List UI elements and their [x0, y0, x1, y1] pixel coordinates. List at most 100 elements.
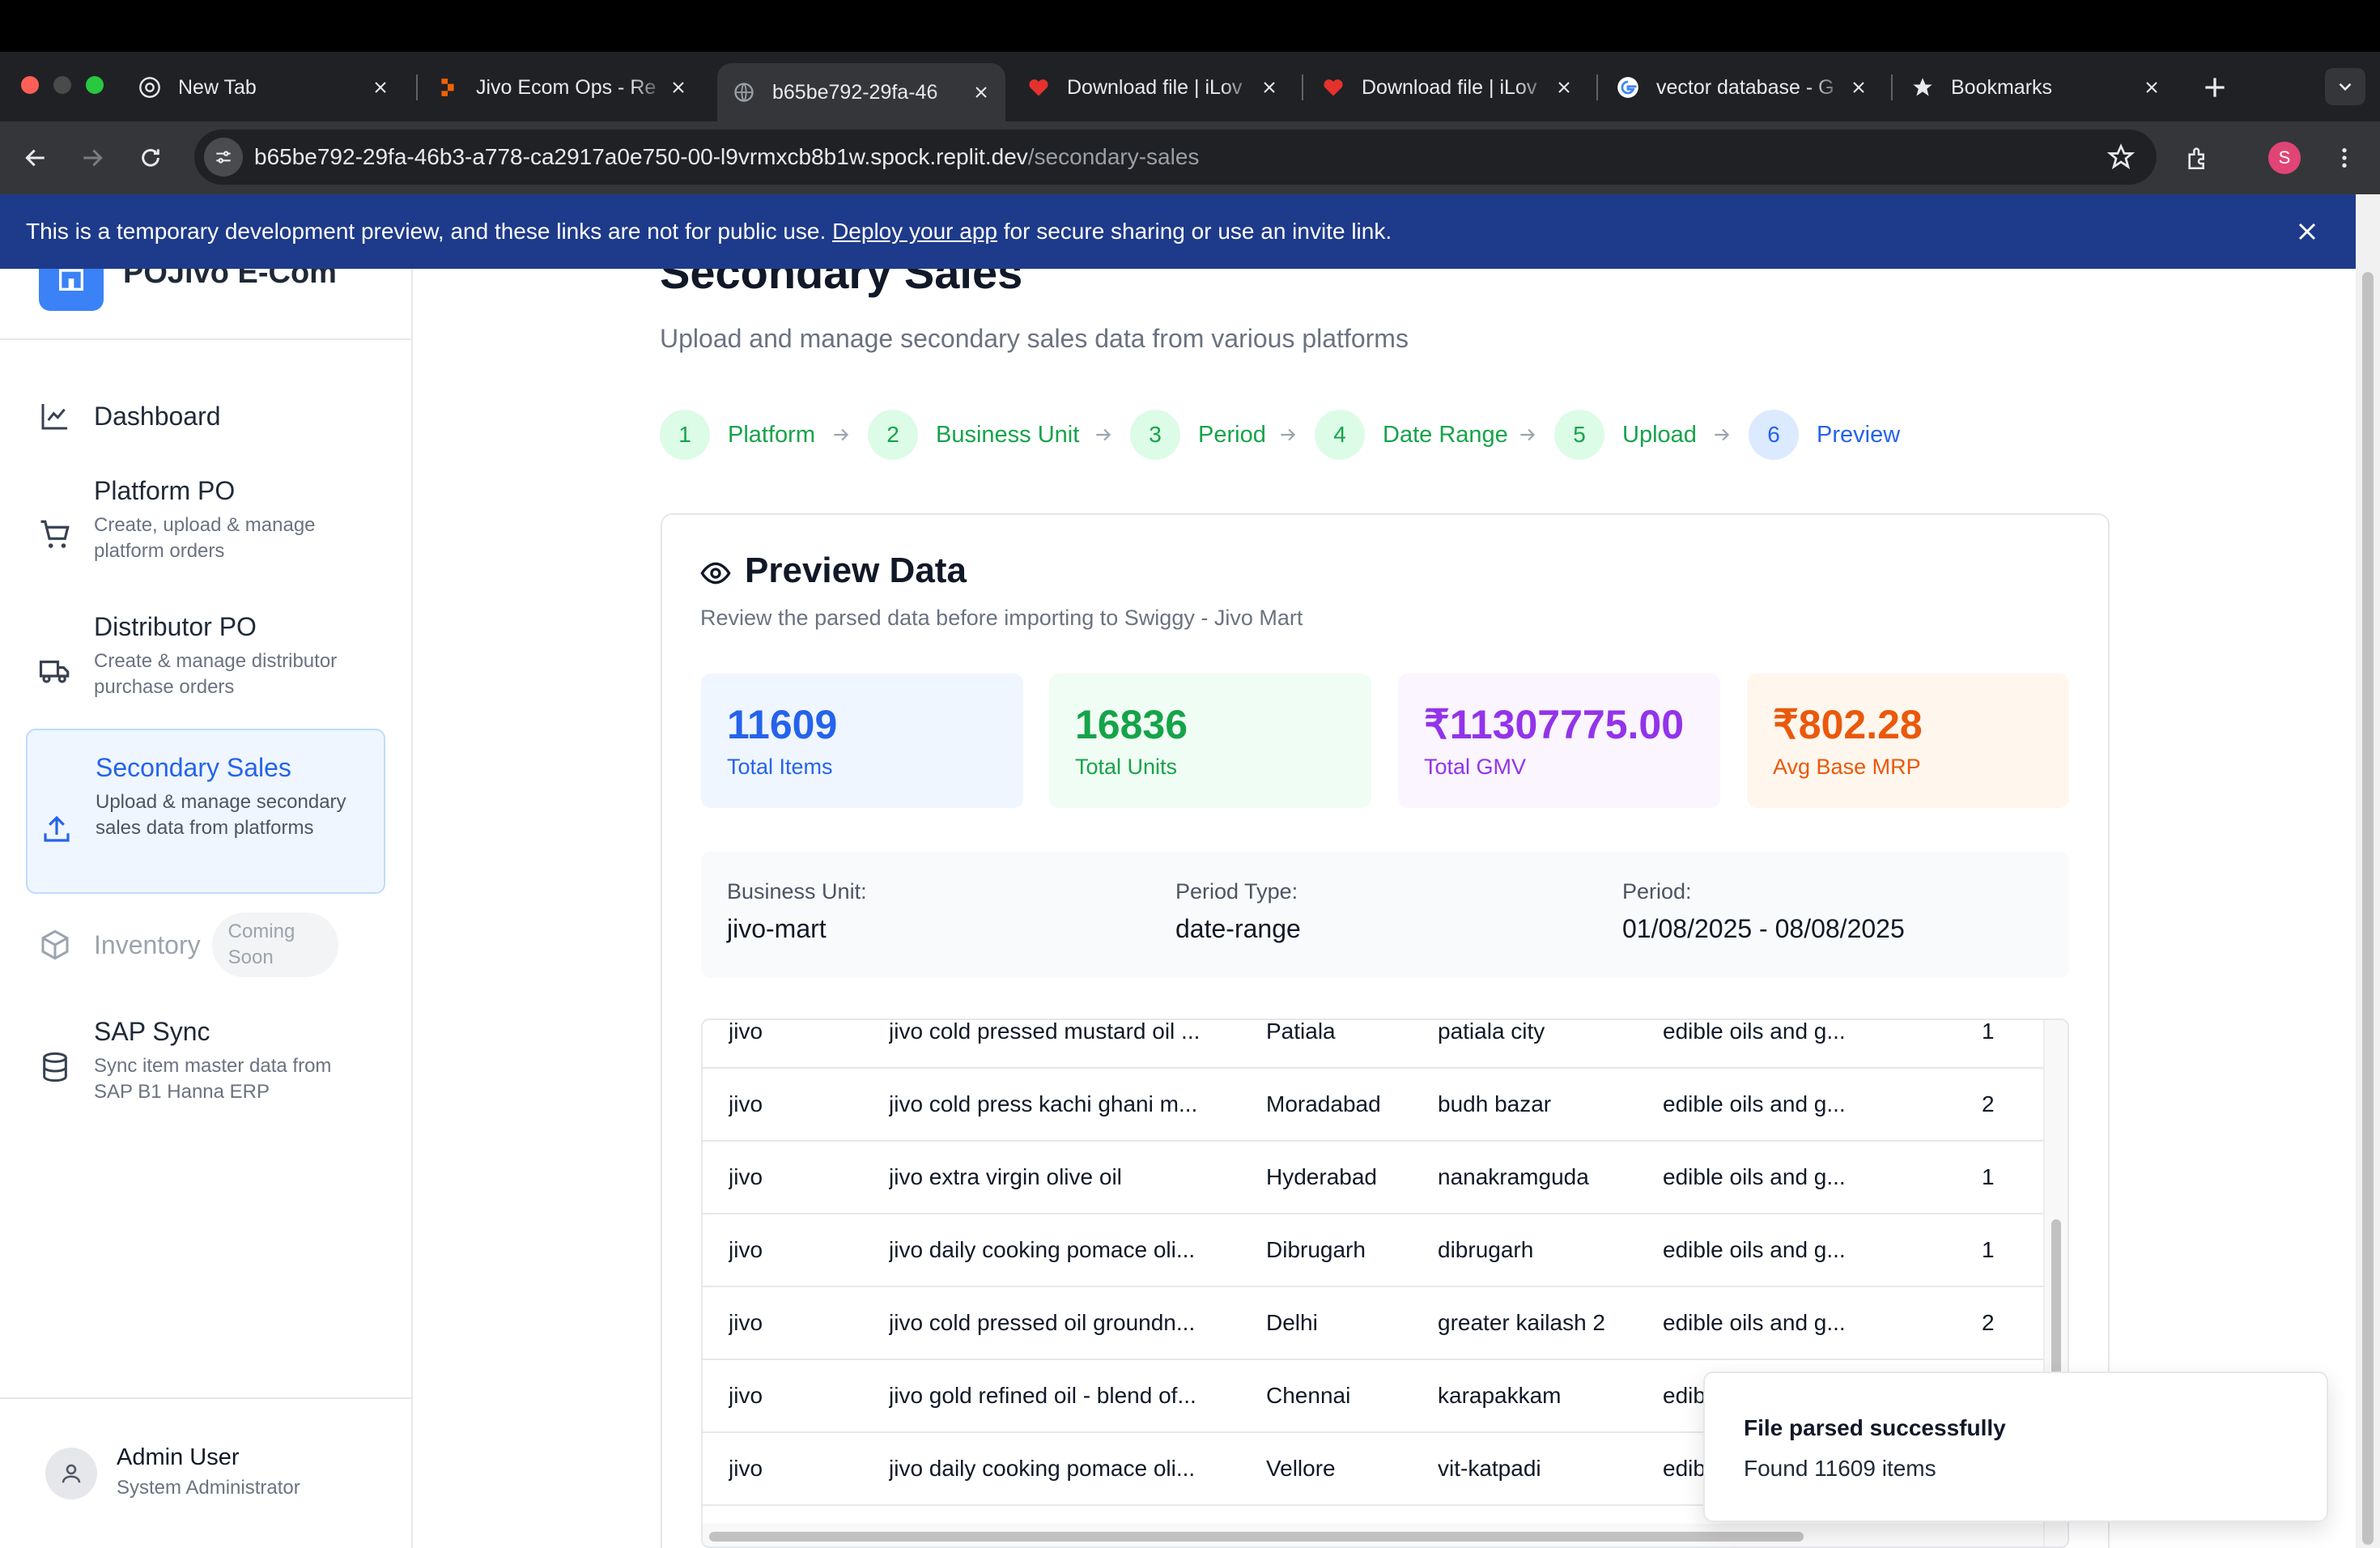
step-label: Business Unit	[936, 421, 1080, 448]
stat-value: 11609	[727, 702, 838, 747]
step-period[interactable]: 3 Period	[1130, 410, 1266, 460]
user-avatar[interactable]	[45, 1448, 97, 1499]
browser-tab-active[interactable]: b65be792-29fa-46	[717, 63, 1005, 121]
preview-subtitle: Review the parsed data before importing …	[700, 606, 1303, 630]
step-preview[interactable]: 6 Preview	[1749, 410, 1900, 460]
tab-title: vector database - G	[1656, 75, 1834, 99]
cell-product: jivo cold pressed oil groundn...	[889, 1310, 1196, 1335]
cell-product: jivo cold press kachi ghani m...	[889, 1091, 1198, 1116]
business-unit-value: jivo-mart	[727, 914, 827, 943]
tab-title: Jivo Ecom Ops - Re	[476, 75, 657, 99]
replit-icon	[436, 75, 460, 100]
browser-tab[interactable]: Jivo Ecom Ops - Re	[421, 66, 703, 108]
sidebar-item-sap-sync[interactable]: SAP Sync Sync item master data from SAP B…	[26, 1017, 385, 1122]
sidebar-item-description: Sync item master data from SAP B1 Hanna …	[94, 1055, 332, 1103]
minimize-window-button[interactable]	[53, 76, 71, 94]
close-tab-icon[interactable]	[1260, 78, 1279, 97]
close-tab-icon[interactable]	[1554, 78, 1574, 97]
toast-notification[interactable]: File parsed successfully Found 11609 ite…	[1703, 1372, 2328, 1522]
chevron-down-icon	[2335, 76, 2356, 97]
browser-tab[interactable]: Download file | iLov	[1012, 66, 1294, 108]
deploy-app-link[interactable]: Deploy your app	[832, 219, 997, 245]
scroll-thumb[interactable]	[2051, 1219, 2061, 1381]
close-banner-icon[interactable]	[2293, 217, 2322, 246]
table-row[interactable]: jivo jivo cold press kachi ghani m... Mora…	[703, 1069, 2045, 1142]
maximize-window-button[interactable]	[86, 76, 104, 94]
close-tab-icon[interactable]	[669, 78, 688, 97]
table-row[interactable]: jivo jivo cold pressed mustard oil ... Pat…	[703, 1019, 2045, 1069]
step-platform[interactable]: 1 Platform	[660, 410, 815, 460]
browser-tab[interactable]: Bookmarks	[1896, 66, 2176, 108]
sidebar-item-inventory: Inventory Coming Soon	[26, 912, 385, 978]
more-menu-icon[interactable]	[2327, 140, 2362, 176]
address-bar[interactable]: b65be792-29fa-46b3-a778-ca2917a0e750-00-…	[194, 130, 2157, 185]
cell-area: karapakkam	[1438, 1383, 1562, 1408]
period-type-value: date-range	[1175, 914, 1301, 943]
step-date-range[interactable]: 4 Date Range	[1315, 410, 1508, 460]
tab-title: Download file | iLov	[1067, 75, 1243, 99]
tab-separator	[416, 74, 418, 100]
step-upload[interactable]: 5 Upload	[1554, 410, 1697, 460]
tab-search-dropdown[interactable]	[2325, 68, 2365, 105]
stat-value: 16836	[1075, 702, 1188, 747]
site-info-icon[interactable]	[204, 138, 243, 176]
new-tab-icon[interactable]	[2199, 71, 2231, 104]
close-window-button[interactable]	[21, 76, 39, 94]
sidebar-item-label: Distributor PO	[94, 612, 257, 641]
close-tab-icon[interactable]	[1849, 78, 1868, 97]
import-details: Business Unit: jivo-mart Period Type: date…	[701, 852, 2069, 978]
period-type-label: Period Type:	[1175, 879, 1298, 904]
bookmark-star-icon[interactable]	[2106, 142, 2136, 172]
stat-label: Total GMV	[1424, 755, 1527, 779]
extensions-icon[interactable]	[2181, 140, 2216, 176]
close-tab-icon[interactable]	[371, 78, 390, 97]
reload-icon[interactable]	[133, 140, 168, 176]
step-label: Period	[1198, 421, 1266, 448]
forward-icon[interactable]	[74, 140, 110, 176]
sidebar: POJivo E-Com Dashboard Platform PO Create…	[0, 269, 413, 1548]
sidebar-item-dashboard[interactable]: Dashboard	[26, 387, 385, 445]
sidebar-item-label: Dashboard	[94, 401, 221, 431]
url-host: b65be792-29fa-46b3-a778-ca2917a0e750-00-…	[254, 144, 1028, 169]
step-label: Platform	[728, 421, 815, 448]
cell-quantity: 2	[1982, 1091, 1995, 1116]
browser-tab[interactable]: New Tab	[123, 66, 405, 108]
page-scrollbar[interactable]	[2356, 194, 2380, 1548]
table-row[interactable]: jivo jivo daily cooking pomace oli... Dibr…	[703, 1214, 2045, 1287]
step-number: 5	[1554, 410, 1604, 460]
cell-area: greater kailash 2	[1438, 1310, 1606, 1335]
browser-tab[interactable]: Download file | iLov	[1307, 66, 1588, 108]
back-icon[interactable]	[18, 140, 53, 176]
table-row[interactable]: jivo jivo cold pressed oil groundn... Delh…	[703, 1287, 2045, 1360]
arrow-right-icon	[1096, 428, 1111, 441]
step-business-unit[interactable]: 2 Business Unit	[868, 410, 1079, 460]
profile-avatar[interactable]: S	[2268, 142, 2301, 174]
cell-brand: jivo	[729, 1237, 763, 1262]
cell-brand: jivo	[729, 1019, 763, 1044]
cell-city: Vellore	[1266, 1456, 1336, 1481]
eye-icon	[699, 557, 732, 589]
close-tab-icon[interactable]	[971, 83, 991, 102]
chrome-icon	[138, 75, 162, 100]
browser-tab[interactable]: vector database - G	[1601, 66, 1883, 108]
sidebar-item-label: Inventory	[94, 929, 201, 959]
scroll-thumb[interactable]	[709, 1532, 1804, 1542]
close-tab-icon[interactable]	[2142, 78, 2161, 97]
sidebar-item-description: Upload & manage secondary sales data fro…	[96, 791, 346, 839]
cell-area: vit-katpadi	[1438, 1456, 1541, 1481]
step-number: 2	[868, 410, 918, 460]
toast-title: File parsed successfully	[1744, 1415, 2006, 1440]
banner-text-end: for secure sharing or use an invite link…	[997, 219, 1392, 244]
step-label: Date Range	[1383, 421, 1508, 448]
sidebar-item-platform-po[interactable]: Platform PO Create, upload & manage platf…	[26, 476, 385, 581]
step-number: 1	[660, 410, 710, 460]
sidebar-item-secondary-sales[interactable]: Secondary Sales Upload & manage secondary…	[26, 729, 385, 894]
stat-label: Total Units	[1075, 755, 1178, 779]
sidebar-item-distributor-po[interactable]: Distributor PO Create & manage distributo…	[26, 612, 385, 717]
scroll-thumb[interactable]	[2362, 272, 2374, 1545]
table-row[interactable]: jivo jivo extra virgin olive oil Hyderabad…	[703, 1142, 2045, 1214]
table-horizontal-scrollbar[interactable]	[703, 1524, 2043, 1546]
tab-separator	[1891, 74, 1893, 100]
cell-brand: jivo	[729, 1456, 763, 1481]
package-icon	[37, 927, 73, 963]
